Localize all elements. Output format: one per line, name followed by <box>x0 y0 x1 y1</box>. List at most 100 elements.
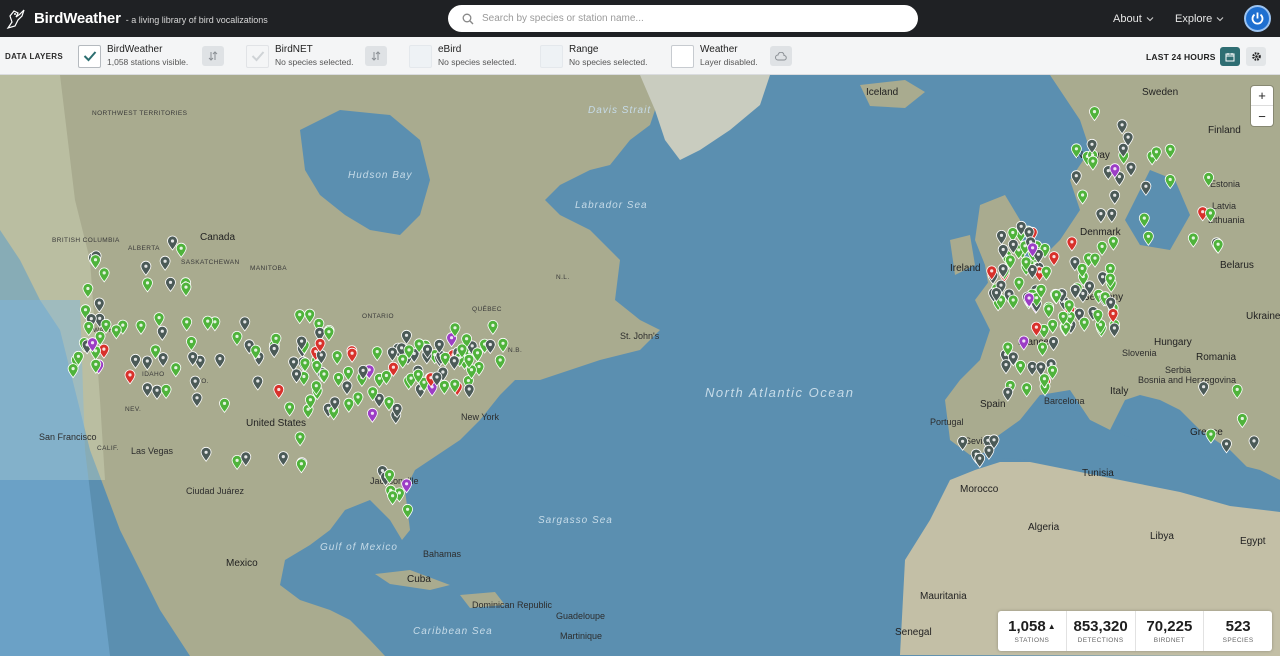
station-pin[interactable] <box>1143 230 1154 246</box>
station-pin[interactable] <box>170 362 182 378</box>
station-pin[interactable] <box>294 431 306 447</box>
station-pin[interactable] <box>202 315 214 331</box>
station-pin[interactable] <box>1138 212 1150 228</box>
station-pin[interactable] <box>214 353 226 369</box>
layer-ebird[interactable]: eBird No species selected. <box>409 43 516 69</box>
station-pin[interactable] <box>189 375 201 391</box>
search-bar[interactable] <box>448 5 918 32</box>
station-pin[interactable] <box>497 337 509 353</box>
station-pin[interactable] <box>1116 119 1128 135</box>
station-pin[interactable] <box>200 446 212 462</box>
station-pin[interactable] <box>140 260 152 276</box>
station-pin[interactable] <box>175 242 187 258</box>
station-pin[interactable] <box>1096 241 1108 257</box>
station-pin[interactable] <box>252 375 264 391</box>
station-pin[interactable] <box>299 357 311 373</box>
layer-birdweather-checkbox[interactable] <box>78 44 101 68</box>
station-pin[interactable] <box>67 363 79 379</box>
station-pin[interactable] <box>304 308 316 324</box>
zoom-in-button[interactable]: + <box>1251 86 1273 106</box>
station-pin[interactable] <box>239 316 251 332</box>
station-pin[interactable] <box>185 336 197 352</box>
station-pin[interactable] <box>151 384 163 400</box>
search-input[interactable] <box>482 13 902 24</box>
station-pin[interactable] <box>1248 435 1260 451</box>
station-pin[interactable] <box>438 379 450 395</box>
station-pin[interactable] <box>1164 174 1176 190</box>
account-button[interactable] <box>1244 5 1271 32</box>
station-pin[interactable] <box>180 281 192 297</box>
settings-button[interactable] <box>1246 47 1266 66</box>
station-pin[interactable] <box>1231 384 1243 400</box>
station-pin[interactable] <box>135 319 147 335</box>
station-pin[interactable] <box>124 369 136 385</box>
station-pin[interactable] <box>156 325 168 341</box>
station-pin[interactable] <box>341 380 353 396</box>
calendar-button[interactable] <box>1220 47 1240 66</box>
station-pin[interactable] <box>402 503 414 519</box>
station-pin[interactable] <box>996 230 1007 246</box>
station-pin[interactable] <box>231 331 243 347</box>
station-pin[interactable] <box>82 283 94 299</box>
station-pin[interactable] <box>1106 208 1118 224</box>
station-pin[interactable] <box>90 254 101 270</box>
station-pin[interactable] <box>1018 335 1030 351</box>
station-pin[interactable] <box>1221 438 1232 454</box>
station-pin[interactable] <box>1205 207 1216 223</box>
timeframe-label[interactable]: LAST 24 HOURS <box>1146 52 1216 62</box>
nav-explore[interactable]: Explore <box>1175 0 1224 37</box>
layer-birdweather[interactable]: BirdWeather 1,058 stations visible. <box>78 43 188 69</box>
station-pin[interactable] <box>1089 106 1100 122</box>
station-pin[interactable] <box>142 277 153 293</box>
station-pin[interactable] <box>1164 143 1176 159</box>
station-pin[interactable] <box>277 451 289 467</box>
layer-ebird-checkbox[interactable] <box>409 44 432 68</box>
layer-range[interactable]: Range No species selected. <box>540 43 647 69</box>
station-pin[interactable] <box>159 255 171 271</box>
station-pin[interactable] <box>141 382 153 398</box>
station-pin[interactable] <box>397 353 409 369</box>
station-pin[interactable] <box>371 346 383 362</box>
station-pin[interactable] <box>366 407 378 423</box>
station-pin[interactable] <box>1007 294 1019 310</box>
station-pin[interactable] <box>1212 238 1224 254</box>
station-pin[interactable] <box>1109 322 1120 338</box>
station-pin[interactable] <box>181 316 193 332</box>
station-pin[interactable] <box>93 297 105 313</box>
station-pin[interactable] <box>346 347 358 363</box>
station-pin[interactable] <box>1140 180 1152 196</box>
station-pin[interactable] <box>141 355 153 371</box>
station-pin[interactable] <box>974 452 986 468</box>
station-pin[interactable] <box>1048 251 1060 267</box>
station-pin[interactable] <box>1037 341 1048 357</box>
station-pin[interactable] <box>191 392 203 408</box>
station-pin[interactable] <box>1125 161 1137 177</box>
station-pin[interactable] <box>165 277 176 293</box>
station-pins-layer[interactable] <box>0 75 1280 656</box>
station-pin[interactable] <box>83 321 95 337</box>
station-pin[interactable] <box>1015 360 1026 376</box>
station-pin[interactable] <box>157 352 169 368</box>
layer-range-checkbox[interactable] <box>540 44 563 68</box>
station-pin[interactable] <box>957 435 968 451</box>
station-pin[interactable] <box>1095 208 1107 224</box>
station-pin[interactable] <box>291 368 302 384</box>
layer-weather-cloud-button[interactable] <box>770 46 792 66</box>
station-pin[interactable] <box>1047 318 1059 334</box>
station-pin[interactable] <box>448 355 460 371</box>
station-pin[interactable] <box>1071 143 1082 159</box>
station-pin[interactable] <box>387 490 399 506</box>
station-pin[interactable] <box>323 326 335 342</box>
station-pin[interactable] <box>1043 303 1055 319</box>
station-pin[interactable] <box>1066 236 1078 252</box>
station-pin[interactable] <box>1078 316 1090 332</box>
station-pin[interactable] <box>100 318 112 334</box>
zoom-out-button[interactable]: − <box>1251 106 1273 126</box>
station-pin[interactable] <box>1198 381 1209 397</box>
station-pin[interactable] <box>1031 321 1042 337</box>
station-pin[interactable] <box>1108 235 1119 251</box>
station-pin[interactable] <box>219 398 230 414</box>
station-pin[interactable] <box>1089 252 1101 268</box>
brand[interactable]: BirdWeather - a living library of bird v… <box>6 8 268 30</box>
station-pin[interactable] <box>342 366 354 382</box>
